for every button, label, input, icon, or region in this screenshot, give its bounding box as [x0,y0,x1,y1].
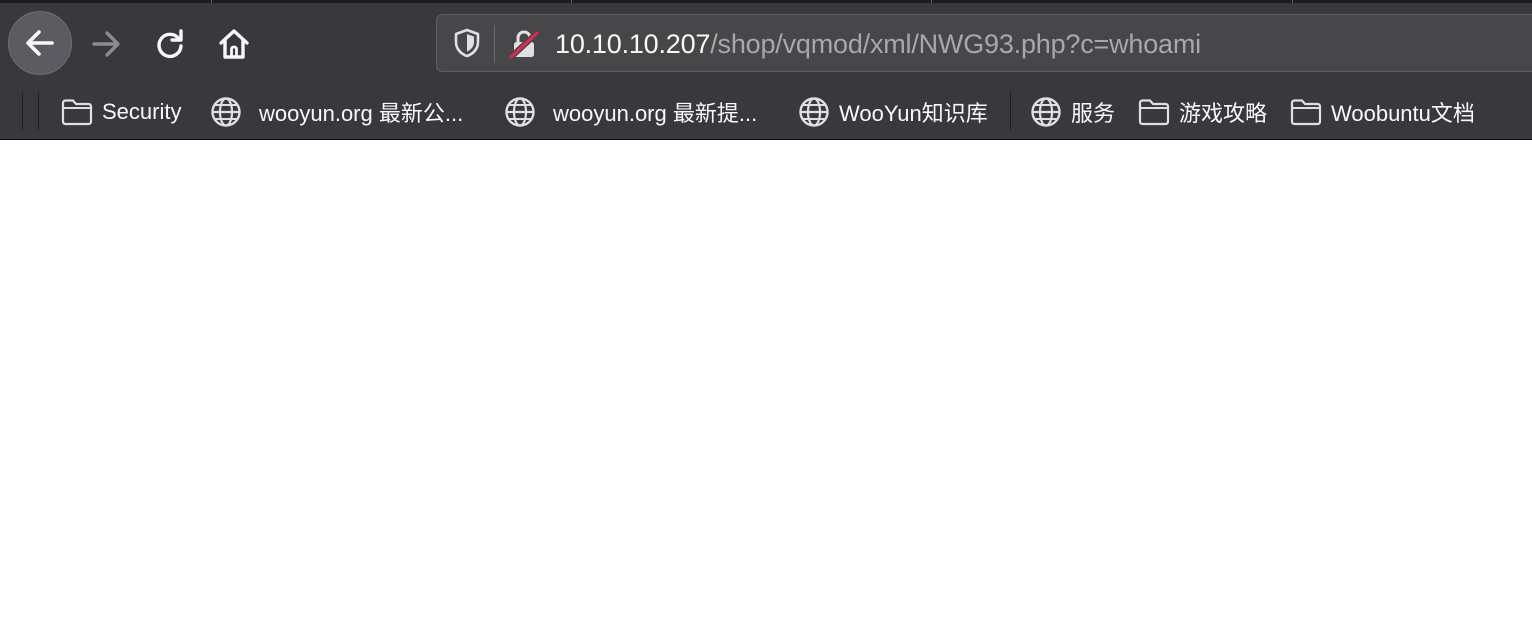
bookmarks-separator [38,92,39,130]
bookmark-services[interactable]: 服务 [1029,90,1115,134]
bookmark-wooyun-latest-submit[interactable]: wooyun.org 最新提... [503,90,757,134]
bookmark-label: wooyun.org 最新公... [259,101,464,126]
folder-icon [60,95,94,129]
folder-icon [1289,95,1323,129]
bookmark-wooyun-knowledge[interactable]: WooYun知识库 [797,90,988,134]
site-security-button[interactable] [507,27,541,61]
back-button[interactable] [8,11,72,75]
insecure-lock-icon [508,30,540,60]
bookmark-folder-game-guides[interactable]: 游戏攻略 [1137,90,1267,134]
bookmark-label: wooyun.org 最新提... [553,101,758,126]
bookmark-label: WooYun知识库 [839,101,988,126]
url-text[interactable]: 10.10.10.207/shop/vqmod/xml/NWG93.php?c=… [555,27,1201,61]
globe-icon [209,95,243,129]
arrow-left-icon [26,30,54,56]
home-button[interactable] [202,12,266,76]
browser-chrome: 10.10.10.207/shop/vqmod/xml/NWG93.php?c=… [0,0,1532,140]
forward-button[interactable] [74,12,138,76]
bookmark-label: Woobuntu文档 [1331,101,1475,126]
bookmarks-separator [22,92,23,130]
folder-icon [1137,95,1171,129]
bookmark-label: Security [102,99,182,124]
tab-separator [211,0,212,3]
bookmarks-toolbar: Security wooyun.org 最新公... wooyun.org 最新… [0,84,1532,140]
bookmark-folder-woobuntu-docs[interactable]: Woobuntu文档 [1289,90,1475,134]
address-bar[interactable]: 10.10.10.207/shop/vqmod/xml/NWG93.php?c=… [436,14,1532,72]
globe-icon [1029,95,1063,129]
tab-strip [0,0,1532,3]
tab-separator [571,0,572,3]
bookmark-label: 游戏攻略 [1179,101,1268,126]
bookmark-wooyun-latest-public[interactable]: wooyun.org 最新公... [209,90,463,134]
tab-separator [931,0,932,3]
bookmark-folder-security[interactable]: Security [60,90,181,134]
globe-icon [797,95,831,129]
url-host: 10.10.10.207 [555,29,711,59]
reload-button[interactable] [138,12,202,76]
bookmarks-separator [1010,92,1011,130]
url-path: /shop/vqmod/xml/NWG93.php?c=whoami [710,29,1201,59]
shield-icon [454,28,480,58]
page-content [0,141,1532,624]
arrow-right-icon [92,31,120,57]
globe-icon [503,95,537,129]
reload-icon [157,29,183,59]
urlbar-divider [494,25,495,63]
bookmark-label: 服务 [1071,101,1116,126]
tracking-protection-button[interactable] [453,28,481,58]
home-icon [219,29,249,59]
tab-separator [1292,0,1293,3]
